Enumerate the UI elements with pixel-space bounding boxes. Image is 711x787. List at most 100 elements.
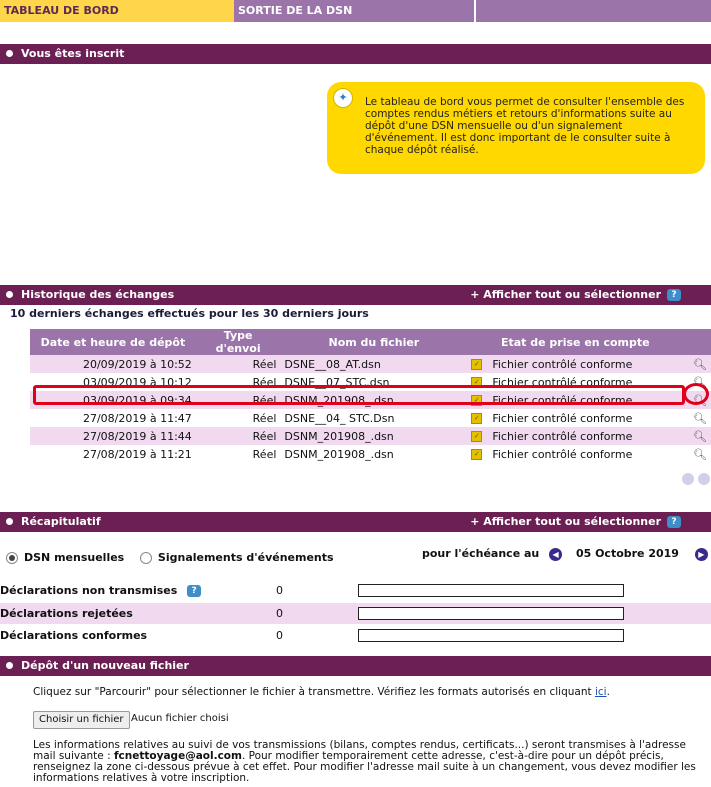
recap-label: Déclarations conformes [0,629,148,642]
file-status: Aucun fichier choisi [131,713,229,724]
cell-file: DSNE__07_STC.dsn [284,375,390,389]
table-row[interactable]: 27/08/2019 à 11:47 Réel DSNE__04_ STC.Dsn ✓… [30,409,711,427]
tab-empty [474,0,711,22]
recap-label: Déclarations non transmises [0,584,178,597]
recap-type-selector: DSN mensuelles Signalements d'événements [6,551,334,564]
info-box: ✦ Le tableau de bord vous permet de cons… [327,82,705,174]
bullet-icon [6,661,13,669]
recap-row: Déclarations rejetées 0 [0,603,711,624]
magnifier-icon[interactable]: 🔍︎ [693,430,707,443]
cell-state: ✓ Fichier contrôlé conforme [467,355,684,373]
cell-type: Réel [252,375,277,389]
col-state: Etat de prise en compte [467,329,684,355]
table-row[interactable]: 27/08/2019 à 11:44 Réel DSNM_201908_.dsn ✓ F… [30,427,711,445]
state-text: Fichier contrôlé conforme [492,411,633,425]
recap-bar [358,629,624,642]
recap-count: 0 [276,607,283,620]
section-header-inscrit: Vous êtes inscrit [0,44,711,64]
bulb-icon: ✦ [333,88,353,108]
help-icon[interactable]: ? [667,516,681,528]
cell-file: DSNE__04_ STC.Dsn [284,411,395,425]
state-text: Fichier contrôlé conforme [492,375,633,389]
section-title: Vous êtes inscrit [21,47,125,60]
radio-label: DSN mensuelles [24,551,125,564]
recap-count: 0 [276,629,283,642]
history-table: Date et heure de dépôt Type d'envoi Nom … [30,329,711,463]
cell-date: 27/08/2019 à 11:47 [82,411,192,425]
col-date: Date et heure de dépôt [30,329,196,355]
help-icon[interactable]: ? [667,289,681,301]
state-text: Fichier contrôlé conforme [492,429,633,443]
check-icon: ✓ [471,359,483,370]
section-header-historique: Historique des échanges + Afficher tout … [0,285,711,305]
cell-action: 🔍︎ [683,445,711,463]
table-row[interactable]: 27/08/2019 à 11:21 Réel DSNM_201908_.dsn ✓ F… [30,445,711,463]
choose-file-button[interactable]: Choisir un fichier [33,711,130,729]
check-icon: ✓ [471,395,483,406]
cell-state: ✓ Fichier contrôlé conforme [467,427,684,445]
cell-action: 🔍︎ [683,409,711,427]
magnifier-icon[interactable]: 🔍︎ [693,358,707,371]
cell-file: DSNM_201908_.dsn [280,391,468,409]
check-icon: ✓ [471,431,483,442]
state-text: Fichier contrôlé conforme [492,447,633,461]
radio-dsn-mensuelles[interactable] [6,552,18,564]
next-page-icon[interactable] [697,473,710,485]
section-title: Récapitulatif [21,515,101,528]
section-header-recap: Récapitulatif + Afficher tout ou sélecti… [0,512,711,532]
show-all-link[interactable]: + Afficher tout ou sélectionner [470,515,661,528]
table-row[interactable]: 03/09/2019 à 09:34 Réel DSNM_201908_.dsn ✓ F… [30,391,711,409]
cell-state: ✓ Fichier contrôlé conforme [467,445,683,463]
table-header-row: Date et heure de dépôt Type d'envoi Nom … [30,329,711,355]
magnifier-icon[interactable]: 🔍︎ [693,412,707,425]
cell-date: 27/08/2019 à 11:44 [30,427,196,445]
top-tabs: TABLEAU DE BORD SORTIE DE LA DSN [0,0,711,22]
cell-action: 🔍︎ [683,427,711,445]
prev-page-icon[interactable] [682,473,694,485]
echeance: pour l'échéance au ◀ 05 Octobre 2019 ▶ [422,547,708,561]
cell-type: Réel [195,355,281,373]
cell-state: ✓ Fichier contrôlé conforme [467,409,683,427]
magnifier-icon[interactable]: 🔍︎ [693,376,707,389]
recap-bar [358,584,624,597]
recap-row: Déclarations conformes 0 [0,625,711,646]
col-type: Type d'envoi [195,329,281,355]
col-file: Nom du fichier [280,329,468,355]
instruction-text: Cliquez sur "Parcourir" pour sélectionne… [33,686,592,698]
formats-link[interactable]: ici [595,686,607,698]
prev-date-icon[interactable]: ◀ [549,547,563,561]
cell-file: DSNE__08_AT.dsn [280,355,468,373]
bullet-icon [6,517,13,525]
state-text: Fichier contrôlé conforme [492,393,633,407]
pager [682,473,710,488]
cell-date: 03/09/2019 à 09:34 [30,391,196,409]
tab-sortie-dsn[interactable]: SORTIE DE LA DSN [234,0,474,22]
tab-tableau-de-bord[interactable]: TABLEAU DE BORD [0,0,234,22]
help-icon[interactable]: ? [187,585,202,597]
table-row[interactable]: 20/09/2019 à 10:52 Réel DSNE__08_AT.dsn ✓ Fi… [30,355,711,373]
cell-type: Réel [252,411,277,425]
section-title: Dépôt d'un nouveau fichier [21,659,189,672]
cell-type: Réel [252,447,277,461]
check-icon: ✓ [471,413,483,424]
cell-type: Réel [195,391,281,409]
radio-signalements[interactable] [139,552,152,564]
check-icon: ✓ [471,449,483,460]
col-action [683,329,711,355]
magnifier-icon[interactable]: 🔍︎ [693,448,707,461]
show-all-link[interactable]: + Afficher tout ou sélectionner [470,288,661,301]
table-row[interactable]: 03/09/2019 à 10:12 Réel DSNE__07_STC.dsn ✓ F… [30,373,711,391]
cell-file: DSNM_201908_.dsn [284,447,394,461]
cell-date: 03/09/2019 à 10:12 [82,375,192,389]
cell-action: 🔍︎ [683,391,711,409]
cell-date: 20/09/2019 à 10:52 [30,355,196,373]
next-date-icon[interactable]: ▶ [694,547,708,561]
radio-label: Signalements d'événements [157,551,334,564]
recap-count: 0 [276,584,283,597]
magnifier-icon[interactable]: 🔍︎ [693,394,707,407]
depot-instruction: Cliquez sur "Parcourir" pour sélectionne… [33,686,610,698]
recap-bar [358,607,624,620]
depot-notice: Les informations relatives au suivi de v… [33,740,705,784]
echeance-date: 05 Octobre 2019 [575,547,679,560]
cell-file: DSNM_201908_.dsn [280,427,468,445]
